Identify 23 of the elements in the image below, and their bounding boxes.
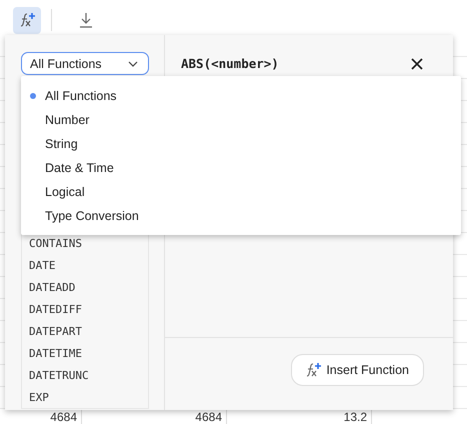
insert-function-button[interactable]: Insert Function bbox=[291, 354, 424, 386]
chevron-icon bbox=[128, 60, 138, 66]
function-item[interactable]: CONTAINS bbox=[22, 233, 148, 255]
menu-item[interactable]: Type Conversion bbox=[21, 204, 461, 228]
function-item[interactable]: DATETRUNC bbox=[22, 365, 148, 387]
function-item[interactable]: DATEADD bbox=[22, 277, 148, 299]
function-icon bbox=[304, 362, 322, 378]
function-item[interactable]: DATETIME bbox=[22, 343, 148, 365]
insert-function-button[interactable] bbox=[13, 6, 41, 34]
category-select[interactable]: All Functions bbox=[21, 52, 149, 75]
download-icon bbox=[78, 12, 94, 28]
menu-item[interactable]: Date & Time bbox=[21, 156, 461, 180]
function-item[interactable]: DATEPART bbox=[22, 321, 148, 343]
function-item[interactable]: EXP bbox=[22, 387, 148, 409]
function-signature: ABS(<number>) bbox=[181, 56, 279, 71]
function-icon bbox=[18, 12, 36, 28]
function-item[interactable]: DATE bbox=[22, 255, 148, 277]
menu-item[interactable]: Logical bbox=[21, 180, 461, 204]
function-item[interactable]: DATEDIFF bbox=[22, 299, 148, 321]
menu-item[interactable]: String bbox=[21, 132, 461, 156]
menu-item[interactable]: All Functions bbox=[21, 84, 461, 108]
close-icon[interactable] bbox=[411, 58, 423, 70]
menu-item[interactable]: Number bbox=[21, 108, 461, 132]
